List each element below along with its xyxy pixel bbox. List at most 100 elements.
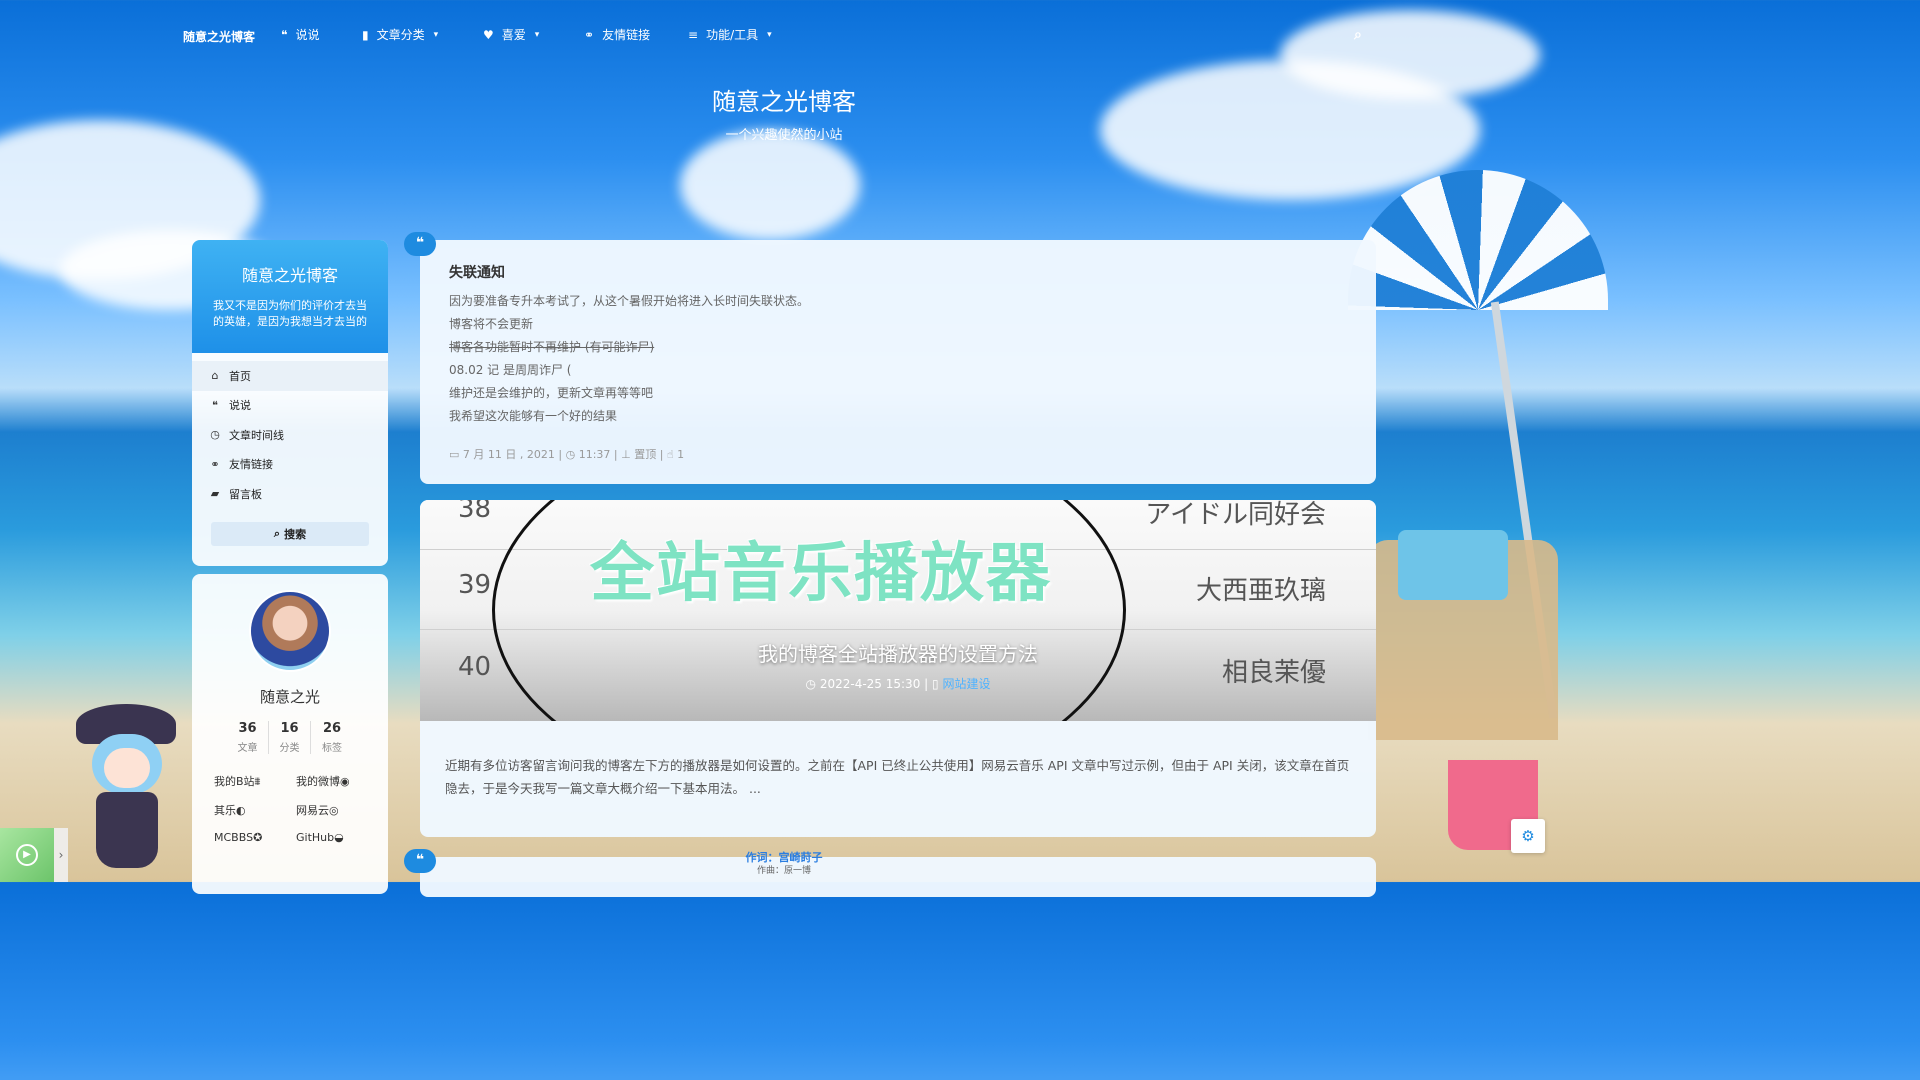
- clock-icon: ◷: [565, 448, 576, 461]
- separator: |: [558, 448, 566, 461]
- heart-icon: ♥: [483, 27, 494, 42]
- post-pinned: 置顶: [634, 448, 657, 461]
- post-excerpt: 近期有多位访客留言询问我的博客左下方的播放器是如何设置的。之前在【API 已终止…: [445, 758, 1350, 796]
- nav-item-tools[interactable]: ≡ 功能/工具 ▾: [688, 26, 772, 43]
- top-navigation: 随意之光博客 ❝ 说说 ▮ 文章分类 ▾ ♥ 喜爱 ▾ ⚭ 友情链接 ≡ 功能/…: [0, 18, 1568, 52]
- nav-item-favorites[interactable]: ♥ 喜爱 ▾: [483, 26, 539, 43]
- post-title[interactable]: 我的博客全站播放器的设置方法: [420, 638, 1376, 667]
- link-mcbbs[interactable]: MCBBS✪: [214, 831, 296, 844]
- post-meta: ▭ 7 月 11 日 , 2021 | ◷ 11:37 | ⊥ 置顶 | ☝ 1: [449, 446, 684, 462]
- thumbs-up-icon[interactable]: ☝: [667, 448, 674, 461]
- sidebar-item-guestbook[interactable]: ▰ 留言板: [192, 479, 388, 509]
- cover-headline: 全站音乐播放器: [590, 537, 1052, 611]
- profile-card: 随意之光 36 文章 16 分类 26 标签 我的B站⩩ 我的微博◉ 其乐◐ 网…: [192, 574, 388, 894]
- link-weibo[interactable]: 我的微博◉: [296, 773, 378, 789]
- stat-tags[interactable]: 26 标签: [311, 721, 353, 754]
- post-title[interactable]: 失联通知: [449, 262, 1347, 282]
- sidebar-item-label: 首页: [229, 369, 251, 383]
- keylol-icon: ◐: [236, 804, 246, 817]
- quote-icon: ❝: [212, 398, 218, 412]
- quote-icon: ❝: [404, 232, 436, 256]
- nav-item-friend-links[interactable]: ⚭ 友情链接: [584, 26, 650, 43]
- quote-icon: ❝: [281, 27, 288, 42]
- nav-brand[interactable]: 随意之光博客: [183, 28, 255, 45]
- link-label: 其乐: [214, 804, 236, 817]
- nav-label: 喜爱: [501, 28, 526, 42]
- avatar[interactable]: [249, 590, 331, 672]
- link-label: 我的B站: [214, 775, 255, 788]
- row-name: アイドル同好会: [1145, 500, 1326, 530]
- sidebar-title: 随意之光博客: [241, 266, 338, 285]
- link-bilibili[interactable]: 我的B站⩩: [214, 773, 296, 789]
- bookmark-icon: ▯: [932, 677, 939, 691]
- stat-label: 文章: [237, 743, 258, 754]
- nav-item-categories[interactable]: ▮ 文章分类 ▾: [362, 26, 438, 43]
- post-card-notice: 失联通知 因为要准备专升本考试了，从这个暑假开始将进入长时间失联状态。 博客将不…: [420, 240, 1376, 484]
- row-number: 39: [458, 570, 492, 600]
- post-line: 因为要准备专升本考试了，从这个暑假开始将进入长时间失联状态。: [449, 294, 810, 308]
- bilibili-icon: ⩩: [254, 775, 261, 788]
- post-likes: 1: [677, 448, 685, 461]
- stat-posts[interactable]: 36 文章: [227, 721, 269, 754]
- mascot-dress: [96, 792, 158, 868]
- chevron-right-icon[interactable]: ›: [54, 848, 68, 862]
- sidebar-item-timeline[interactable]: ◷ 文章时间线: [192, 420, 388, 450]
- link-icon: ⚭: [210, 457, 220, 471]
- post-line: 08.02 记 是周周诈尸 (: [449, 363, 572, 377]
- link-label: 网易云: [296, 804, 329, 817]
- post-card-player[interactable]: 38 アイドル同好会 39 大西亜玖璃 40 相良茉優 全站音乐播放器 我的博客…: [420, 500, 1376, 837]
- stat-categories[interactable]: 16 分类: [269, 721, 311, 754]
- sidebar-header: 随意之光博客 我又不是因为你们的评价才去当的英雄，是因为我想当才去当的: [192, 240, 388, 353]
- link-netease-music[interactable]: 网易云◎: [296, 802, 378, 818]
- search-icon: ⌕: [273, 526, 281, 540]
- mascot-character[interactable]: [62, 700, 192, 882]
- sidebar-menu-card: 随意之光博客 我又不是因为你们的评价才去当的英雄，是因为我想当才去当的 ⌂ 首页…: [192, 240, 388, 566]
- pin-icon: ⊥: [621, 448, 631, 461]
- clock-icon: ◷: [210, 428, 220, 442]
- post-time: 11:37: [578, 448, 611, 461]
- clock-icon: ◷: [805, 677, 816, 691]
- stat-label: 分类: [279, 743, 300, 754]
- sidebar-item-friend-links[interactable]: ⚭ 友情链接: [192, 450, 388, 480]
- sidebar-item-shuoshuo[interactable]: ❝ 说说: [192, 391, 388, 421]
- social-links: 我的B站⩩ 我的微博◉ 其乐◐ 网易云◎ MCBBS✪ GitHub◒: [192, 754, 388, 844]
- row-name: 大西亜玖璃: [1195, 576, 1326, 606]
- site-title: 随意之光博客: [712, 88, 856, 116]
- nav-label: 功能/工具: [706, 28, 759, 42]
- album-cover[interactable]: ▶: [0, 828, 54, 882]
- nav-label: 文章分类: [376, 28, 425, 42]
- github-icon: ◒: [334, 831, 344, 844]
- caret-down-icon: ▾: [767, 29, 772, 40]
- separator: |: [924, 677, 933, 691]
- nav-item-shuoshuo[interactable]: ❝ 说说: [281, 26, 319, 43]
- sidebar-description: 我又不是因为你们的评价才去当的英雄，是因为我想当才去当的: [213, 299, 367, 328]
- settings-gear-button[interactable]: ⚙: [1511, 819, 1545, 853]
- sidebar-item-home[interactable]: ⌂ 首页: [192, 361, 388, 391]
- sidebar-item-label: 留言板: [229, 487, 262, 501]
- cooler-box: [1398, 530, 1508, 600]
- home-icon: ⌂: [211, 369, 219, 383]
- link-github[interactable]: GitHub◒: [296, 831, 378, 844]
- link-label: MCBBS: [214, 831, 254, 844]
- post-meta: ◷ 2022-4-25 15:30 | ▯ 网站建设: [420, 675, 1376, 692]
- mascot-face: [104, 748, 150, 788]
- post-line: 维护还是会维护的，更新文章再等等吧: [449, 386, 654, 400]
- nav-label: 友情链接: [602, 28, 651, 42]
- sidebar-search-button[interactable]: ⌕ 搜索: [211, 521, 369, 546]
- sidebar-item-label: 文章时间线: [229, 428, 284, 442]
- lyric-line-next: 作曲：原一博: [756, 866, 811, 876]
- link-keylol[interactable]: 其乐◐: [214, 802, 296, 818]
- sidebar-menu: ⌂ 首页 ❝ 说说 ◷ 文章时间线 ⚭ 友情链接 ▰ 留言板: [192, 353, 388, 509]
- menu-icon: ≡: [688, 27, 699, 42]
- post-category[interactable]: 网站建设: [942, 677, 990, 691]
- search-icon[interactable]: ⌕: [1354, 27, 1362, 43]
- nav-label: 说说: [295, 28, 320, 42]
- play-icon[interactable]: ▶: [16, 844, 38, 866]
- separator: |: [659, 448, 667, 461]
- netease-music-icon: ◎: [329, 804, 339, 817]
- profile-name: 随意之光: [259, 688, 320, 706]
- background-cloud: [680, 130, 860, 240]
- link-label: GitHub: [296, 831, 335, 844]
- post-cover-image[interactable]: 38 アイドル同好会 39 大西亜玖璃 40 相良茉優 全站音乐播放器 我的博客…: [420, 500, 1376, 721]
- caret-down-icon: ▾: [433, 29, 439, 40]
